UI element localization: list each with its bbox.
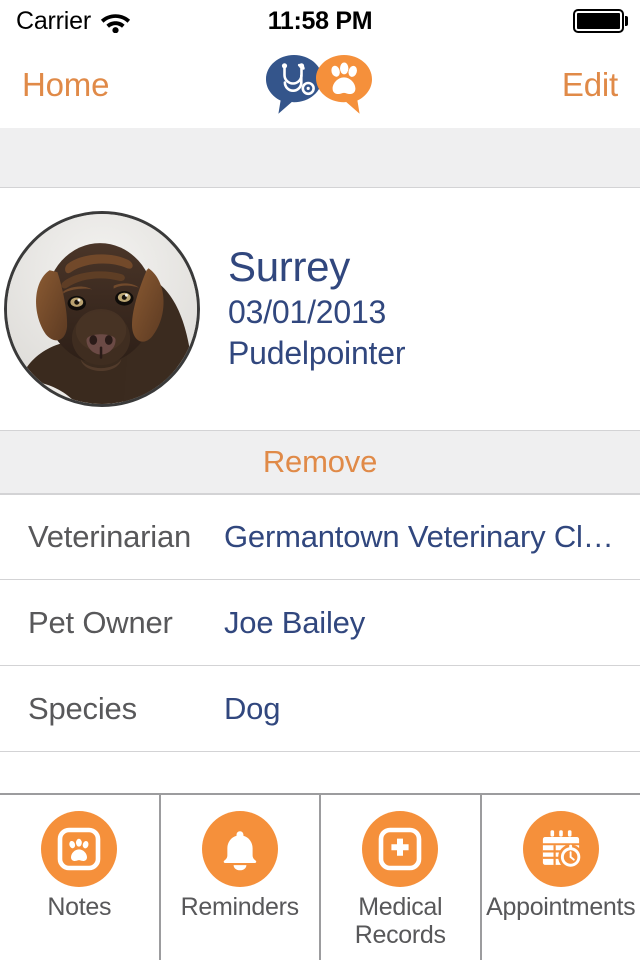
back-home-button[interactable]: Home bbox=[22, 66, 109, 104]
bottom-tab-bar: Notes Reminders Medical Records Appointm… bbox=[0, 793, 640, 960]
bell-icon bbox=[201, 811, 278, 887]
tab-label: Notes bbox=[47, 893, 112, 921]
tab-label: Appointments bbox=[486, 893, 636, 921]
status-bar: Carrier 11:58 PM bbox=[0, 0, 640, 42]
app-screen: Carrier 11:58 PM Home Edit Surrey 03/01/… bbox=[0, 0, 640, 960]
status-bar-left: Carrier bbox=[16, 7, 131, 36]
detail-label: Pet Owner bbox=[28, 604, 173, 640]
detail-value: Germantown Veterinary Cli… bbox=[224, 519, 614, 554]
navigation-bar: Home Edit bbox=[0, 42, 640, 128]
tab-reminders[interactable]: Reminders bbox=[160, 795, 321, 960]
detail-row-species[interactable]: Species Dog bbox=[0, 666, 640, 752]
detail-label: Species bbox=[28, 690, 137, 726]
tab-appointments[interactable]: Appointments bbox=[481, 795, 640, 960]
detail-value: Dog bbox=[224, 690, 281, 726]
main-content: Surrey 03/01/2013 Pudelpointer Remove Ve… bbox=[0, 128, 640, 793]
detail-label: Veterinarian bbox=[28, 519, 192, 554]
pet-avatar-photo bbox=[4, 211, 200, 407]
pet-meta: Surrey 03/01/2013 Pudelpointer bbox=[228, 243, 405, 374]
remove-label: Remove bbox=[262, 444, 378, 479]
pet-name: Surrey bbox=[228, 243, 350, 291]
detail-row-pet-owner[interactable]: Pet Owner Joe Bailey bbox=[0, 580, 640, 666]
wifi-icon bbox=[100, 10, 131, 33]
status-bar-right bbox=[573, 9, 628, 33]
tab-label: Medical Records bbox=[354, 893, 446, 949]
pet-profile-card: Surrey 03/01/2013 Pudelpointer bbox=[0, 188, 640, 430]
pet-breed: Pudelpointer bbox=[228, 335, 406, 372]
battery-full-icon bbox=[573, 9, 628, 33]
medical-cross-icon bbox=[362, 811, 439, 887]
paw-note-icon bbox=[41, 811, 118, 887]
list-tail-spacer bbox=[0, 752, 640, 776]
tab-notes[interactable]: Notes bbox=[0, 795, 161, 960]
detail-value: Joe Bailey bbox=[224, 604, 366, 640]
remove-pet-button[interactable]: Remove bbox=[0, 430, 640, 494]
pet-avatar-wrap bbox=[0, 211, 204, 407]
tab-medical-records[interactable]: Medical Records bbox=[321, 795, 482, 960]
calendar-clock-icon bbox=[522, 811, 599, 887]
tab-label: Reminders bbox=[180, 893, 299, 921]
pet-date-of-birth: 03/01/2013 bbox=[228, 293, 387, 330]
pet-details-list: Veterinarian Germantown Veterinary Cli… … bbox=[0, 494, 640, 793]
vet-paw-speech-bubble-logo bbox=[264, 54, 376, 116]
carrier-label: Carrier bbox=[16, 6, 91, 35]
top-spacer-band bbox=[0, 128, 640, 188]
edit-button[interactable]: Edit bbox=[562, 66, 618, 104]
detail-row-veterinarian[interactable]: Veterinarian Germantown Veterinary Cli… bbox=[0, 494, 640, 580]
